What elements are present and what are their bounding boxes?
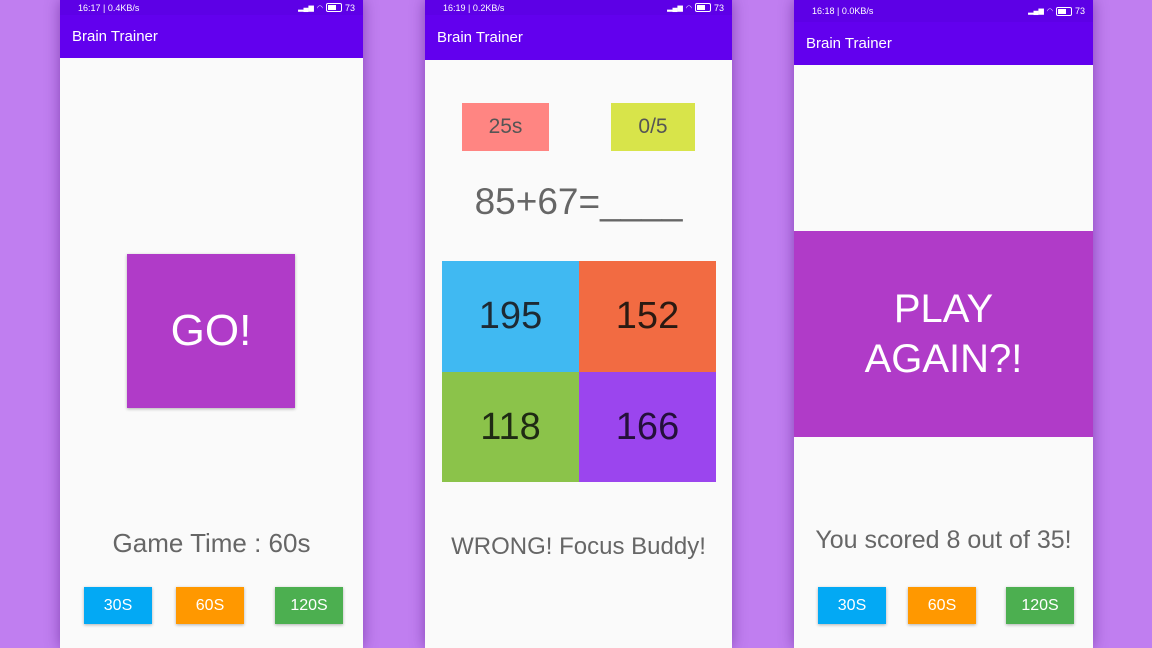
wifi-icon: ◠ (1046, 8, 1053, 15)
final-score-text: You scored 8 out of 35! (815, 526, 1072, 554)
timer-display: 25s (462, 103, 549, 151)
app-bar: Brain Trainer (794, 22, 1093, 65)
button-label: 30S (837, 596, 867, 614)
timer-text: 25s (488, 115, 523, 138)
play-again-button[interactable]: PLAY AGAIN?! (794, 231, 1093, 437)
battery-level: 73 (713, 2, 724, 13)
button-label: 60S (195, 596, 225, 614)
signal-icon: ▂▄▆ (1028, 8, 1044, 15)
score-display: 0/5 (611, 103, 695, 151)
go-button-label: GO! (170, 306, 252, 355)
answer-label: 195 (478, 295, 543, 337)
status-time: 16:18 | 0.0KB/s (812, 6, 874, 16)
answer-label: 166 (615, 405, 680, 448)
button-label: 60S (927, 596, 957, 614)
score-text: 0/5 (638, 115, 668, 138)
signal-icon: ▂▄▆ (298, 4, 314, 12)
time-60s-button[interactable]: 60S (176, 587, 244, 624)
status-time: 16:17 | 0.4KB/s (78, 2, 140, 13)
app-title: Brain Trainer (437, 29, 523, 46)
play-again-line-2: AGAIN?! (864, 337, 1023, 381)
wifi-icon: ◠ (316, 4, 323, 12)
phone-screen-start: 16:17 | 0.4KB/s ▂▄▆ ◠ 73 Brain Trainer G… (60, 0, 363, 648)
go-button[interactable]: GO! (127, 254, 295, 408)
status-icons: ▂▄▆ ◠ 73 (298, 3, 355, 13)
status-bar: 16:17 | 0.4KB/s ▂▄▆ ◠ 73 (60, 0, 363, 15)
status-bar: 16:19 | 0.2KB/s ▂▄▆ ◠ 73 (425, 0, 732, 15)
answer-button-2[interactable]: 152 (579, 261, 716, 372)
answer-label: 118 (480, 405, 541, 448)
status-bar: 16:18 | 0.0KB/s ▂▄▆ ◠ 73 (794, 0, 1093, 22)
signal-icon: ▂▄▆ (667, 4, 683, 12)
app-title: Brain Trainer (72, 28, 158, 45)
time-60s-button[interactable]: 60S (908, 587, 976, 624)
phone-screen-end: 16:18 | 0.0KB/s ▂▄▆ ◠ 73 Brain Trainer P… (794, 0, 1093, 648)
button-label: 120S (290, 596, 328, 614)
battery-icon (1055, 6, 1072, 16)
battery-level: 73 (1074, 6, 1085, 16)
time-120s-button[interactable]: 120S (1006, 587, 1074, 624)
status-icons: ▂▄▆ ◠ 73 (667, 3, 724, 13)
play-again-line-1: PLAY (893, 287, 994, 331)
game-time-label: Game Time : 60s (112, 528, 311, 558)
question-text: 85+67=____ (474, 181, 683, 222)
app-bar: Brain Trainer (60, 15, 363, 58)
answer-button-1[interactable]: 195 (442, 261, 579, 372)
time-30s-button[interactable]: 30S (818, 587, 886, 624)
result-text: WRONG! Focus Buddy! (451, 533, 706, 560)
answer-button-4[interactable]: 166 (579, 372, 716, 482)
battery-level: 73 (344, 2, 355, 13)
time-120s-button[interactable]: 120S (275, 587, 343, 624)
battery-icon (325, 3, 342, 12)
time-30s-button[interactable]: 30S (84, 587, 152, 624)
app-title: Brain Trainer (806, 35, 892, 52)
phone-screen-game: 16:19 | 0.2KB/s ▂▄▆ ◠ 73 Brain Trainer 2… (425, 0, 732, 648)
answer-button-3[interactable]: 118 (442, 372, 579, 482)
status-time: 16:19 | 0.2KB/s (443, 2, 505, 13)
answer-label: 152 (615, 295, 680, 337)
battery-icon (694, 3, 711, 12)
status-icons: ▂▄▆ ◠ 73 (1028, 6, 1085, 16)
button-label: 120S (1021, 596, 1059, 614)
wifi-icon: ◠ (685, 4, 692, 12)
app-bar: Brain Trainer (425, 15, 732, 60)
button-label: 30S (103, 596, 133, 614)
